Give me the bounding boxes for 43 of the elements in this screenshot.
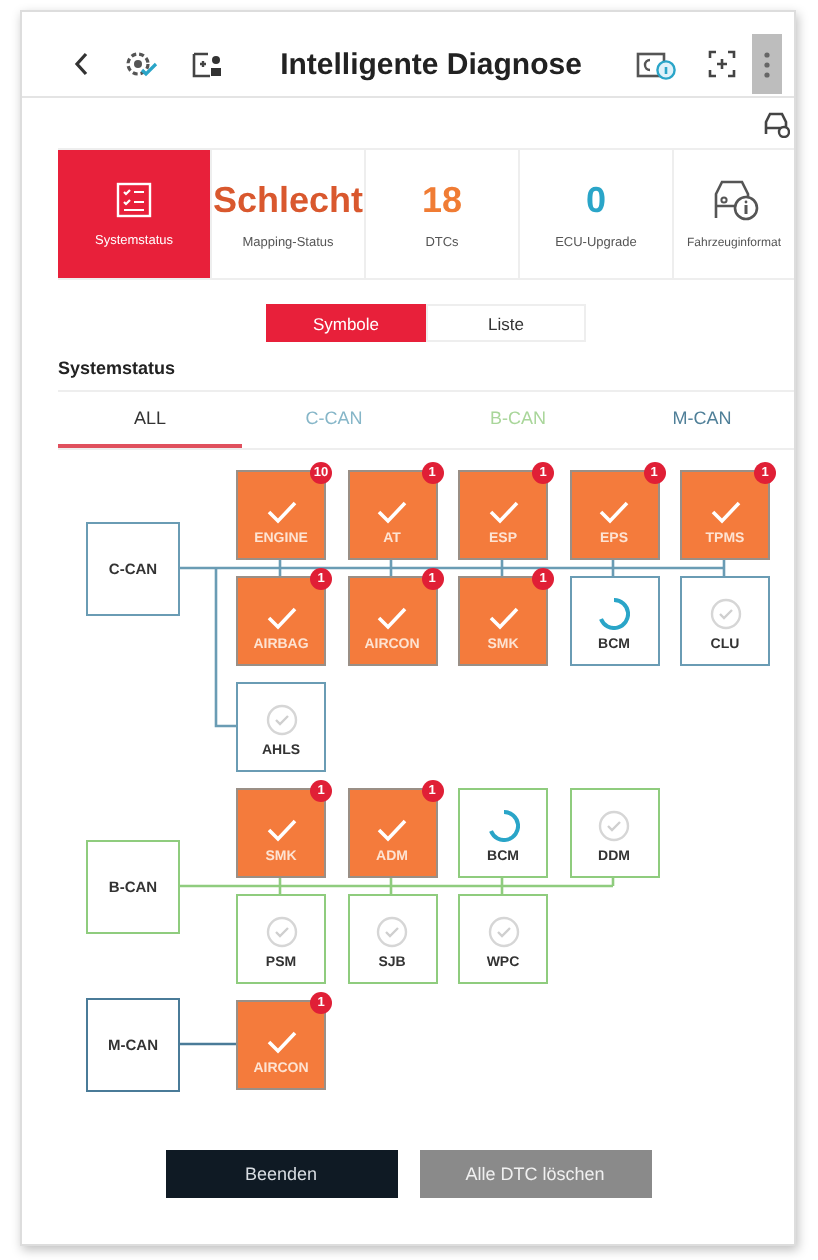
check-circle-icon (265, 916, 297, 948)
scan-button[interactable] (708, 50, 736, 78)
loading-spinner-icon (487, 810, 519, 842)
loading-spinner-icon (598, 598, 630, 630)
bus-tab[interactable]: ALL (58, 392, 242, 448)
gear-check-icon (122, 48, 158, 80)
checkmark-icon (265, 818, 297, 842)
scan-tool-button[interactable] (122, 48, 158, 80)
bus-tab[interactable]: M-CAN (610, 392, 794, 448)
checkmark-icon (265, 1030, 297, 1054)
check-circle-icon (376, 916, 408, 948)
check-circle-icon (265, 704, 297, 736)
check-circle-icon (598, 810, 630, 842)
car-settings-icon (762, 110, 790, 138)
more-vertical-icon (764, 51, 770, 77)
view-toggle-option[interactable]: Symbole (266, 304, 426, 342)
view-toggle-option[interactable]: Liste (426, 304, 586, 342)
checkmark-icon (598, 500, 630, 524)
back-button[interactable] (74, 52, 90, 76)
checkmark-icon (265, 606, 297, 630)
more-menu-button[interactable] (752, 34, 782, 94)
checkmark-icon (376, 818, 408, 842)
back-icon (74, 52, 90, 76)
checkmark-icon (376, 500, 408, 524)
upload-button[interactable] (190, 48, 226, 80)
vehicle-info-button[interactable] (636, 49, 676, 79)
checkmark-icon (487, 606, 519, 630)
summary-value: 18 (421, 179, 463, 219)
checkmark-icon (265, 500, 297, 524)
summary-value: Schlecht (212, 179, 364, 219)
document-person-icon (190, 48, 226, 80)
checkmark-icon (709, 500, 741, 524)
card-info-icon (636, 49, 676, 79)
checkmark-icon (376, 606, 408, 630)
check-circle-icon (487, 916, 519, 948)
checkmark-icon (487, 500, 519, 524)
check-circle-icon (709, 598, 741, 630)
section-title: Systemstatus (58, 358, 794, 392)
action-button[interactable]: Beenden (165, 1150, 397, 1198)
scan-frame-icon (708, 50, 736, 78)
checklist-icon (116, 181, 152, 217)
summary-value: 0 (585, 179, 606, 219)
screen-title: Intelligente Diagnose (278, 47, 584, 81)
